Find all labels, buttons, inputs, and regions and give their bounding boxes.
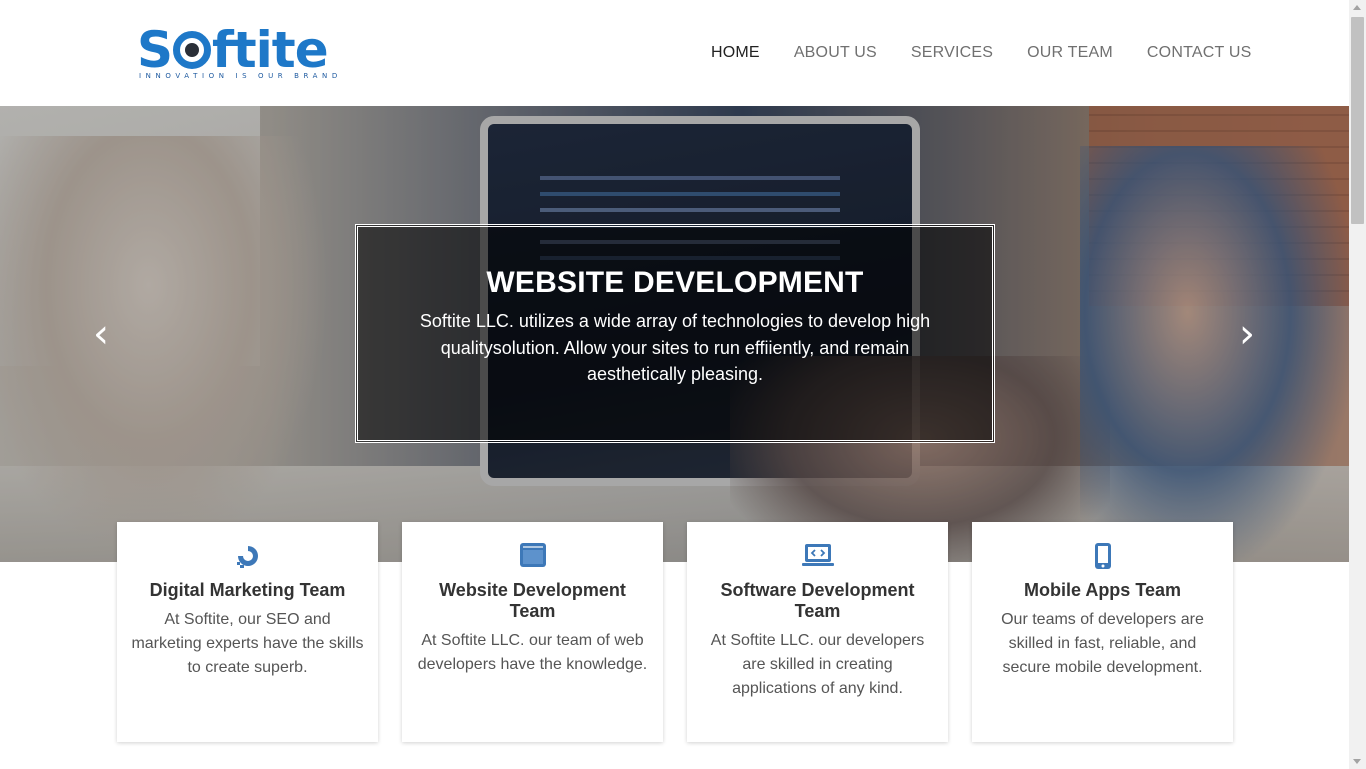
hero-caption: WEBSITE DEVELOPMENT Softite LLC. utilize… xyxy=(355,224,995,443)
scrollbar-thumb[interactable] xyxy=(1351,17,1364,224)
card-text: At Softite, our SEO and marketing expert… xyxy=(131,611,364,676)
hero-title: WEBSITE DEVELOPMENT xyxy=(486,266,864,299)
card-website-development[interactable]: Website Development Team At Softite LLC.… xyxy=(402,522,663,742)
brand-logo[interactable]: Sftite INNOVATION IS OUR BRAND xyxy=(137,21,337,84)
laptop-code-icon xyxy=(687,542,948,568)
hero-carousel: WEBSITE DEVELOPMENT Softite LLC. utilize… xyxy=(0,106,1349,562)
service-cards: Digital Marketing Team At Softite, our S… xyxy=(117,522,1233,742)
brand-tagline: INNOVATION IS OUR BRAND xyxy=(139,72,342,80)
mobile-phone-icon xyxy=(972,542,1233,569)
brand-wordmark: Sftite xyxy=(137,21,329,79)
nav-services[interactable]: SERVICES xyxy=(911,43,993,63)
card-title: Mobile Apps Team xyxy=(1023,580,1182,600)
nav-our-team[interactable]: OUR TEAM xyxy=(1027,43,1113,63)
nav-home[interactable]: HOME xyxy=(711,43,760,63)
browser-window-icon xyxy=(402,542,663,568)
card-software-development[interactable]: Software Development Team At Softite LLC… xyxy=(687,522,948,742)
main-nav: HOME ABOUT US SERVICES OUR TEAM CONTACT … xyxy=(711,43,1251,63)
hero-text: Softite LLC. utilizes a wide array of te… xyxy=(419,311,931,384)
scroll-up-icon[interactable] xyxy=(1353,5,1361,10)
scroll-down-icon[interactable] xyxy=(1353,759,1361,764)
card-title: Digital Marketing Team xyxy=(149,580,346,600)
card-text: At Softite LLC. our developers are skill… xyxy=(710,632,925,697)
page-scrollbar[interactable] xyxy=(1349,0,1366,769)
card-text: Our teams of developers are skilled in f… xyxy=(1001,611,1204,676)
chevron-left-icon[interactable]: ‹ xyxy=(90,312,112,356)
card-title: Software Development Team xyxy=(720,580,915,621)
chevron-right-icon[interactable]: › xyxy=(1236,312,1258,356)
card-text: At Softite LLC. our team of web develope… xyxy=(417,632,648,673)
globe-icon xyxy=(173,31,212,69)
card-title: Website Development Team xyxy=(439,580,626,621)
digital-ocean-icon xyxy=(117,542,378,568)
nav-about-us[interactable]: ABOUT US xyxy=(794,43,877,63)
site-header: Sftite INNOVATION IS OUR BRAND HOME ABOU… xyxy=(0,0,1349,106)
card-digital-marketing[interactable]: Digital Marketing Team At Softite, our S… xyxy=(117,522,378,742)
card-mobile-apps[interactable]: Mobile Apps Team Our teams of developers… xyxy=(972,522,1233,742)
nav-contact-us[interactable]: CONTACT US xyxy=(1147,43,1252,63)
